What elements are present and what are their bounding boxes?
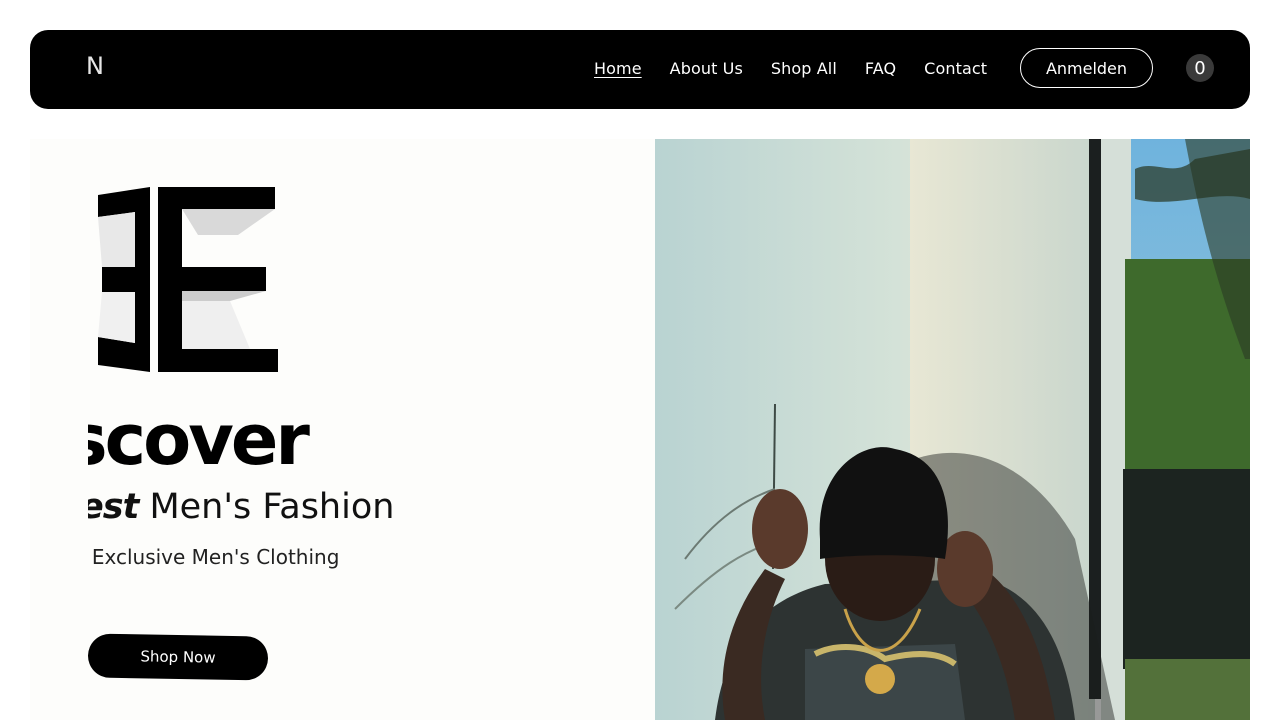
hero-section: scover est Men's Fashion ' Exclusive Men…	[30, 139, 655, 720]
cart-count-icon[interactable]: 0	[1186, 54, 1214, 82]
brand-e-logo	[98, 187, 278, 372]
site-logo[interactable]: N	[86, 52, 104, 80]
hero-subheadline-emphasis: est	[88, 487, 139, 527]
nav-shop-all[interactable]: Shop All	[771, 59, 837, 78]
hero-subheadline: est Men's Fashion	[88, 487, 394, 527]
nav-contact[interactable]: Contact	[924, 59, 987, 78]
nav-home[interactable]: Home	[594, 59, 642, 78]
nav-faq[interactable]: FAQ	[865, 59, 896, 78]
hero-tagline: ' Exclusive Men's Clothing	[88, 545, 340, 569]
shop-now-button[interactable]: Shop Now	[87, 633, 269, 681]
hero-text-block: scover est Men's Fashion ' Exclusive Men…	[88, 399, 588, 599]
hero-subheadline-text: Men's Fashion	[138, 487, 395, 527]
nav-about-us[interactable]: About Us	[670, 59, 743, 78]
main-nav: Home About Us Shop All FAQ Contact	[594, 59, 987, 78]
site-header: N Home About Us Shop All FAQ Contact Anm…	[30, 30, 1250, 109]
hero-headline: scover	[88, 399, 310, 481]
login-button[interactable]: Anmelden	[1020, 48, 1153, 88]
hero-photo-illustration	[655, 139, 1250, 720]
hero-photo	[655, 139, 1250, 720]
